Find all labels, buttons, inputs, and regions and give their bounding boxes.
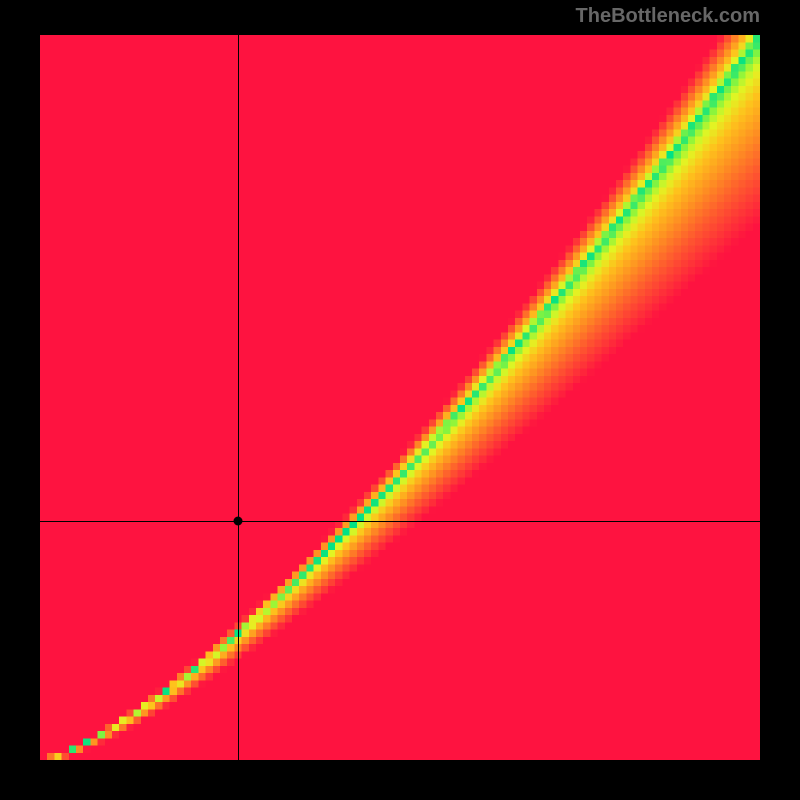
- crosshair-horizontal: [40, 521, 760, 522]
- heatmap-plot-area: [40, 35, 760, 760]
- heatmap-canvas: [40, 35, 760, 760]
- watermark-text: TheBottleneck.com: [576, 5, 760, 28]
- marker-dot: [234, 516, 243, 525]
- crosshair-vertical: [238, 35, 239, 760]
